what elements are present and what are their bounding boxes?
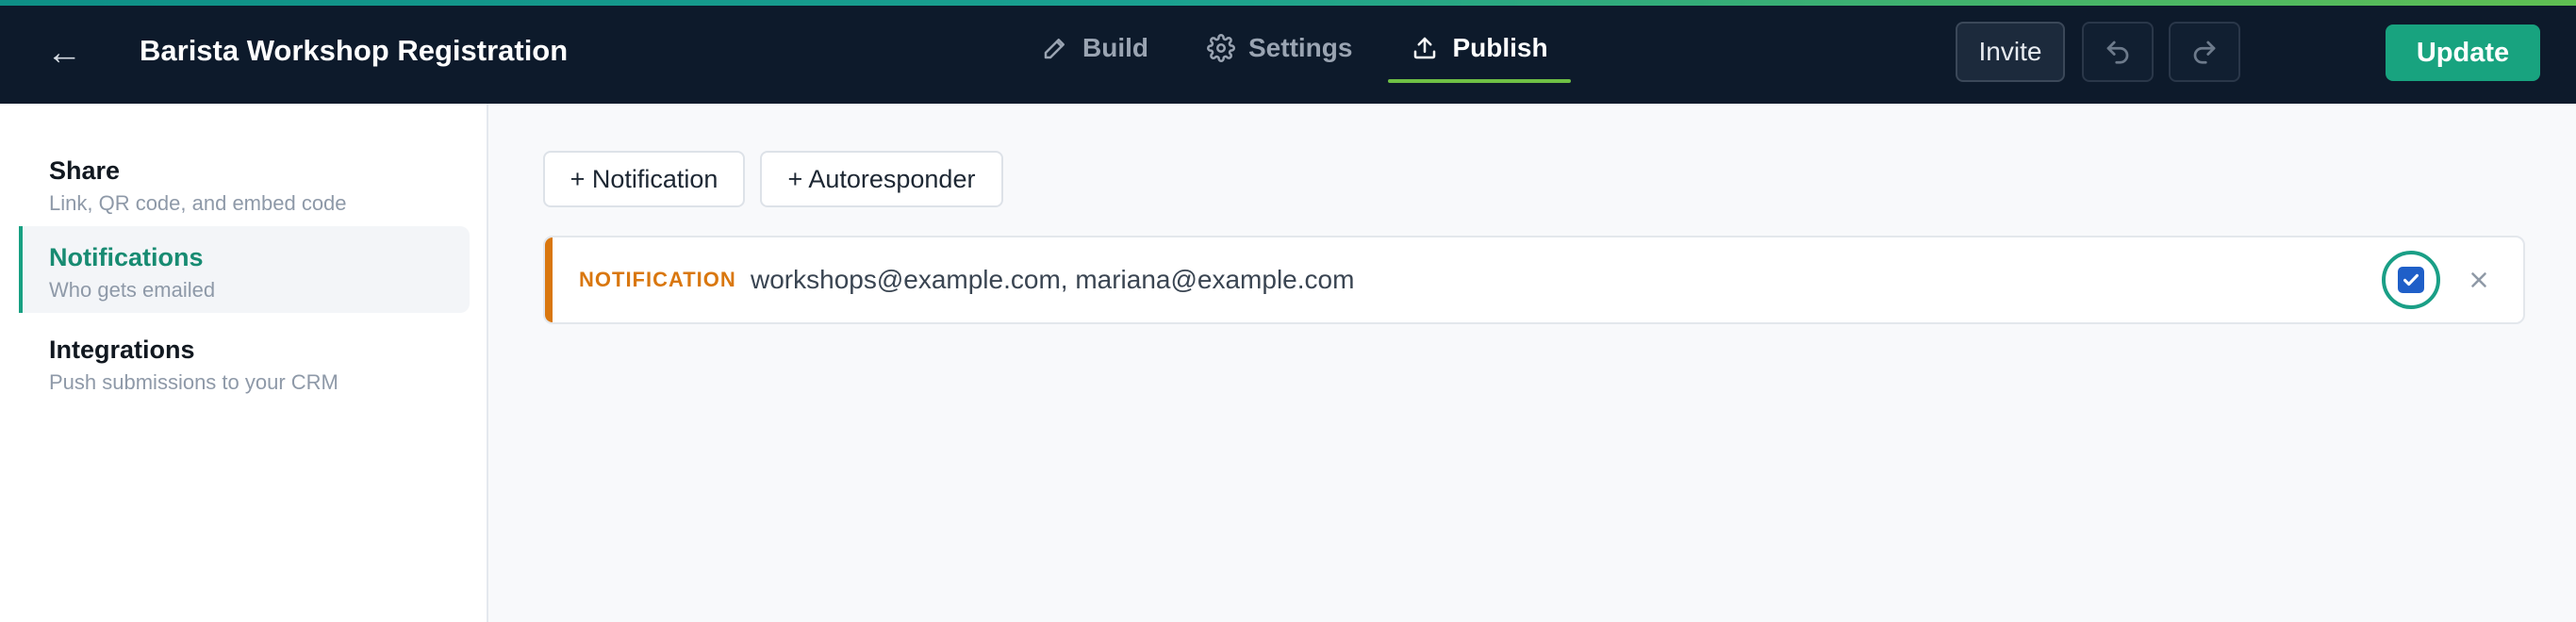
close-icon (2471, 272, 2486, 287)
tab-publish[interactable]: Publish (1388, 6, 1571, 104)
add-autoresponder-button[interactable]: + Autoresponder (760, 151, 1003, 207)
gear-icon (1207, 34, 1235, 62)
sidebar-item-subtitle: Who gets emailed (49, 278, 216, 302)
sidebar-item-notifications[interactable]: Notifications Who gets emailed (19, 226, 470, 313)
app-header: ← Barista Workshop Registration Build Se… (0, 6, 2576, 104)
tab-settings[interactable]: Settings (1184, 6, 1375, 104)
tab-publish-label: Publish (1452, 33, 1548, 62)
rule-enabled-checkbox[interactable] (2382, 251, 2440, 309)
rule-type-badge: NOTIFICATION (579, 268, 736, 291)
tab-build-label: Build (1082, 33, 1148, 62)
remove-rule-button[interactable] (2457, 258, 2501, 302)
rule-recipients[interactable]: workshops@example.com, mariana@example.c… (751, 237, 1354, 322)
redo-button[interactable] (2169, 22, 2240, 82)
editor-tabs: Build Settings Publish (1018, 6, 1571, 104)
sidebar-item-title: Notifications (49, 243, 204, 271)
update-button[interactable]: Update (2386, 25, 2540, 81)
undo-icon (2106, 41, 2129, 64)
sidebar-item-subtitle: Push submissions to your CRM (49, 370, 339, 394)
pencil-icon (1044, 39, 1065, 59)
tab-build[interactable]: Build (1018, 6, 1171, 104)
back-button[interactable]: ← (43, 32, 85, 74)
invite-button[interactable]: Invite (1956, 22, 2065, 82)
publish-sidebar: Share Link, QR code, and embed code Noti… (0, 104, 488, 622)
add-notification-button[interactable]: + Notification (543, 151, 745, 207)
redo-icon (2193, 41, 2216, 64)
sidebar-item-share[interactable]: Share Link, QR code, and embed code (19, 139, 470, 226)
sidebar-item-integrations[interactable]: Integrations Push submissions to your CR… (19, 319, 470, 405)
notification-rule-card: NOTIFICATION workshops@example.com, mari… (543, 236, 2525, 324)
sidebar-item-title: Share (49, 156, 121, 185)
arrow-left-icon: ← (46, 33, 82, 73)
sidebar-item-subtitle: Link, QR code, and embed code (49, 191, 347, 215)
form-title: Barista Workshop Registration (140, 34, 569, 67)
undo-button[interactable] (2082, 22, 2154, 82)
sidebar-item-title: Integrations (49, 336, 195, 364)
tab-settings-label: Settings (1248, 33, 1353, 62)
checkmark-icon (2403, 273, 2419, 286)
upload-icon (1414, 37, 1436, 59)
notifications-panel: + Notification + Autoresponder NOTIFICAT… (490, 104, 2576, 622)
checkbox-checked (2398, 267, 2424, 293)
